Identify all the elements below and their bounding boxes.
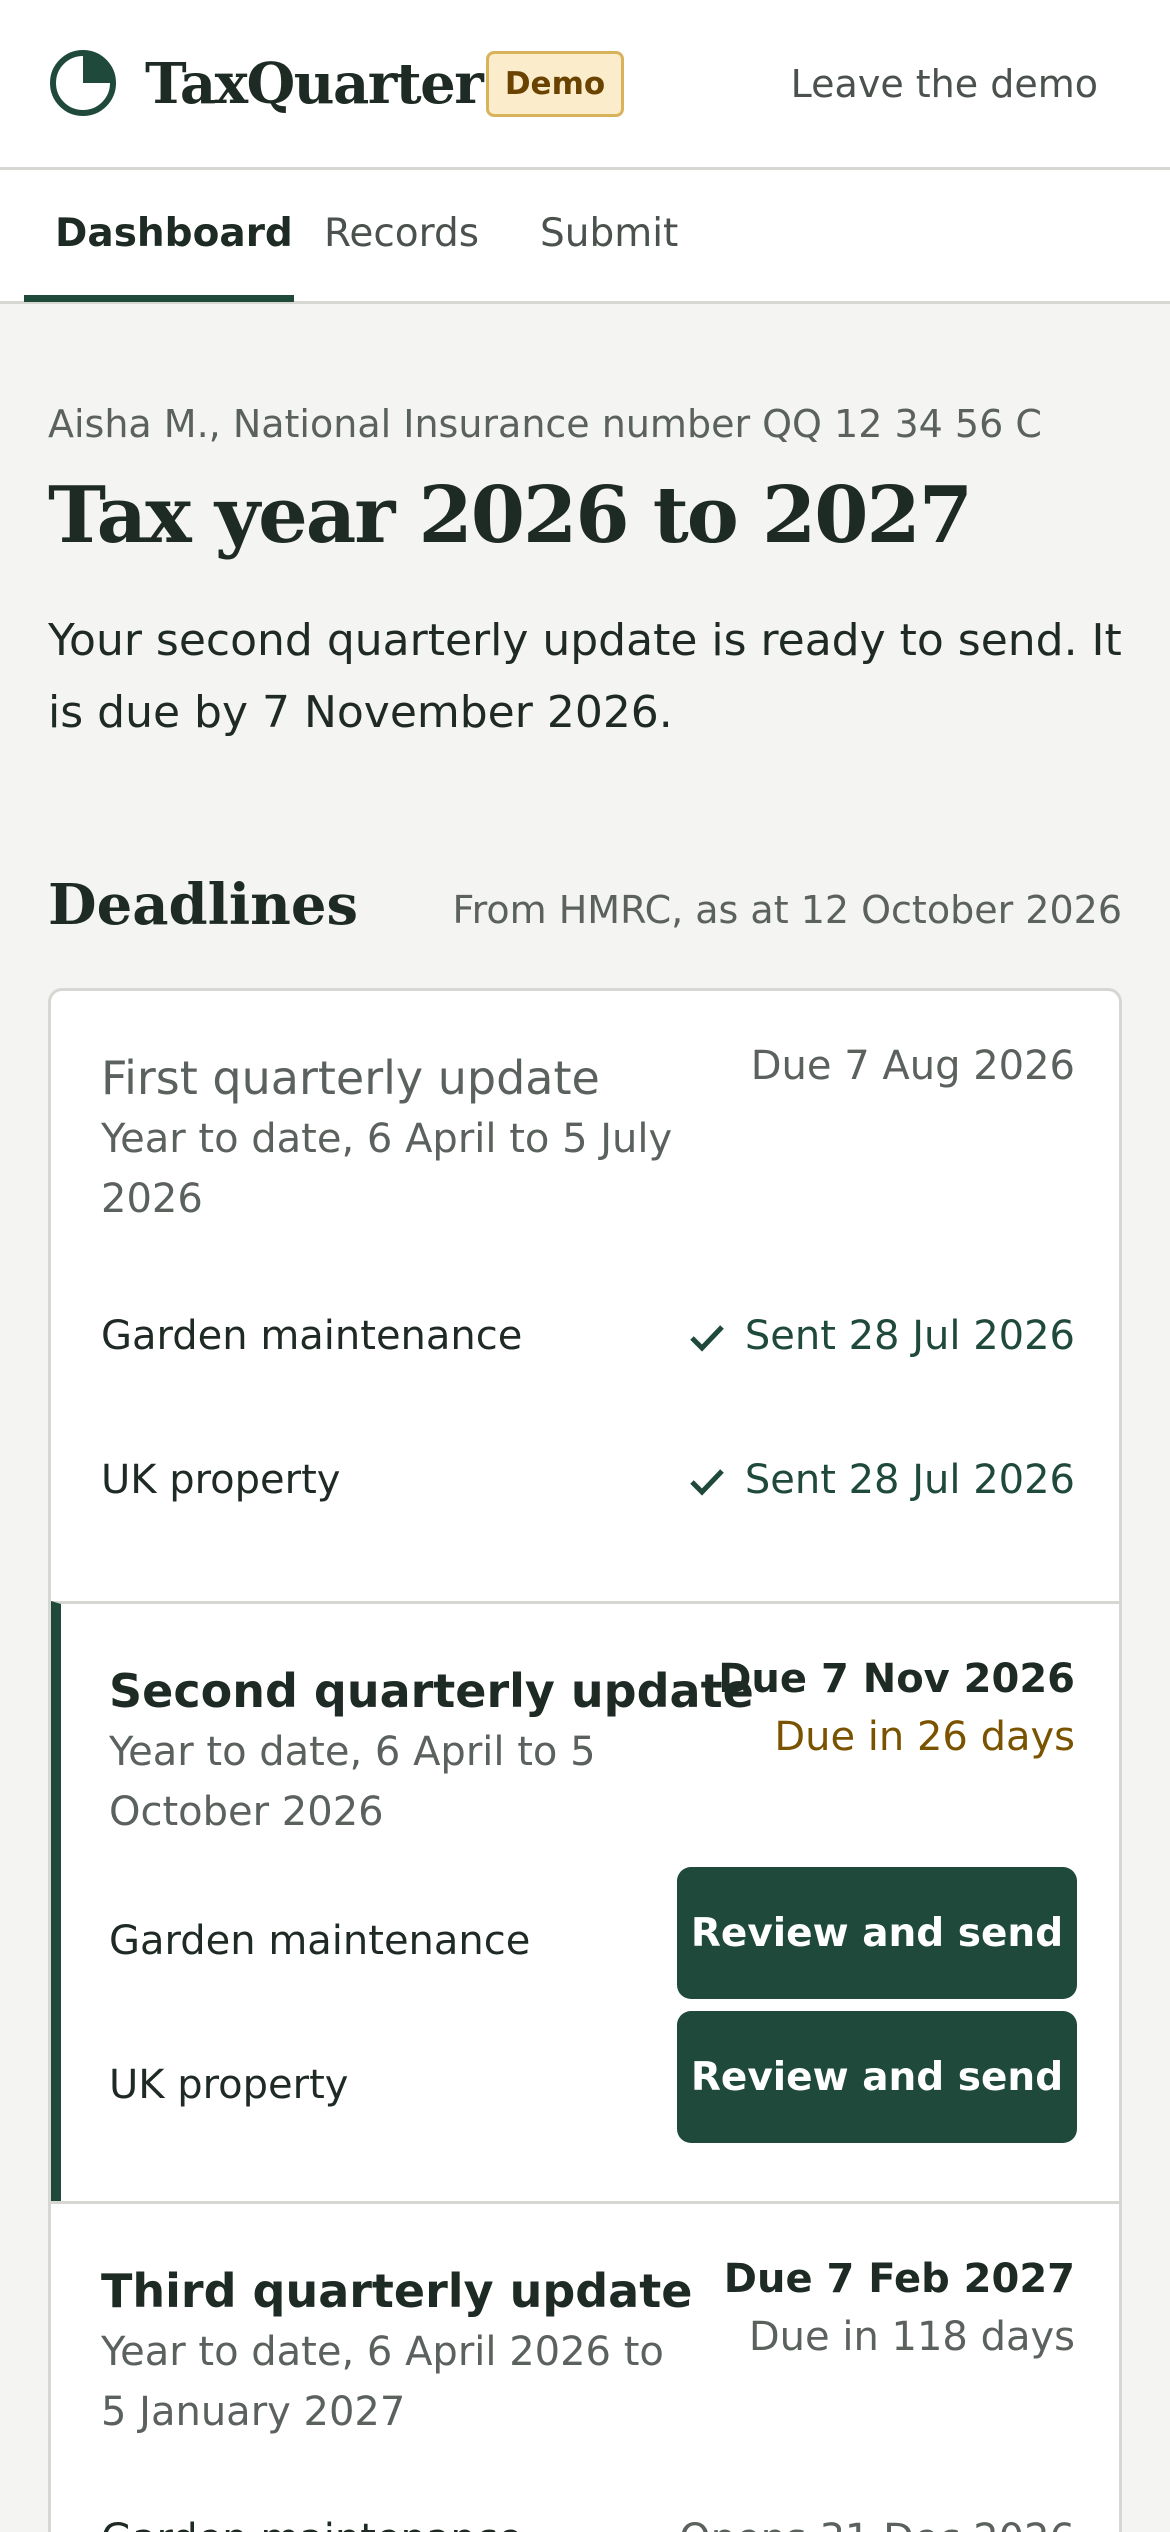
deadlines-heading: Deadlines bbox=[48, 872, 359, 938]
business-label: Garden maintenance bbox=[101, 1313, 523, 1359]
brand-name[interactable]: TaxQuarter bbox=[145, 48, 484, 120]
update-due-date: Due 7 Aug 2026 bbox=[750, 1043, 1075, 1089]
deadlines-source-note: From HMRC, as at 12 October 2026 bbox=[452, 888, 1122, 932]
second-quarterly-update: Second quarterly update Year to date, 6 … bbox=[51, 1601, 1119, 2201]
checkmark-icon bbox=[690, 1325, 724, 1352]
update-period: Year to date, 6 April to 5 October 2026 bbox=[109, 1729, 596, 1835]
update-period: Year to date, 6 April 2026 to 5 January … bbox=[101, 2329, 664, 2435]
taxpayer-subtitle: Aisha M., National Insurance number QQ 1… bbox=[48, 402, 1042, 446]
update-due-date: Due 7 Feb 2027 bbox=[723, 2256, 1075, 2302]
tab-submit[interactable]: Submit bbox=[540, 170, 678, 304]
business-label: Garden maintenance bbox=[109, 1918, 531, 1964]
review-and-send-button[interactable]: Review and send bbox=[677, 2011, 1077, 2143]
leave-demo-link[interactable]: Leave the demo bbox=[791, 54, 1098, 114]
update-name: Second quarterly update bbox=[109, 1664, 754, 1718]
sent-status: Sent 28 Jul 2026 bbox=[689, 1313, 1075, 1359]
business-label: UK property bbox=[101, 1457, 341, 1503]
business-label: Garden maintenance bbox=[101, 2516, 522, 2532]
opens-status: Opens 31 Dec 2026 bbox=[679, 2516, 1075, 2532]
deadlines-card: First quarterly update Year to date, 6 A… bbox=[48, 988, 1122, 2532]
update-period: Year to date, 6 April to 5 July 2026 bbox=[101, 1116, 673, 1222]
update-name: Third quarterly update bbox=[101, 2264, 693, 2318]
review-and-send-button[interactable]: Review and send bbox=[677, 1867, 1077, 1999]
page-title: Tax year 2026 to 2027 bbox=[48, 470, 973, 561]
update-name: First quarterly update bbox=[101, 1051, 600, 1105]
intro-text: Your second quarterly update is ready to… bbox=[48, 615, 1122, 738]
due-countdown: Due in 118 days bbox=[748, 2314, 1075, 2360]
sent-status-text: Sent 28 Jul 2026 bbox=[744, 1457, 1075, 1503]
demo-badge: Demo bbox=[486, 51, 624, 117]
sent-status-text: Sent 28 Jul 2026 bbox=[744, 1313, 1075, 1359]
main-tabs: Dashboard Records Submit bbox=[0, 170, 1170, 304]
due-countdown: Due in 26 days bbox=[774, 1714, 1075, 1760]
business-label: UK property bbox=[109, 2062, 349, 2108]
sent-status: Sent 28 Jul 2026 bbox=[689, 1457, 1075, 1503]
update-due-date: Due 7 Nov 2026 bbox=[718, 1656, 1075, 1702]
active-tab-indicator bbox=[24, 295, 294, 302]
third-quarterly-update: Third quarterly update Year to date, 6 A… bbox=[51, 2201, 1119, 2532]
first-quarterly-update: First quarterly update Year to date, 6 A… bbox=[51, 991, 1119, 1601]
tab-dashboard[interactable]: Dashboard bbox=[55, 170, 293, 304]
pie-chart-quarter-icon bbox=[50, 50, 116, 116]
app-header: TaxQuarter Demo Leave the demo bbox=[0, 0, 1170, 170]
checkmark-icon bbox=[690, 1469, 724, 1496]
tab-records[interactable]: Records bbox=[324, 170, 479, 304]
